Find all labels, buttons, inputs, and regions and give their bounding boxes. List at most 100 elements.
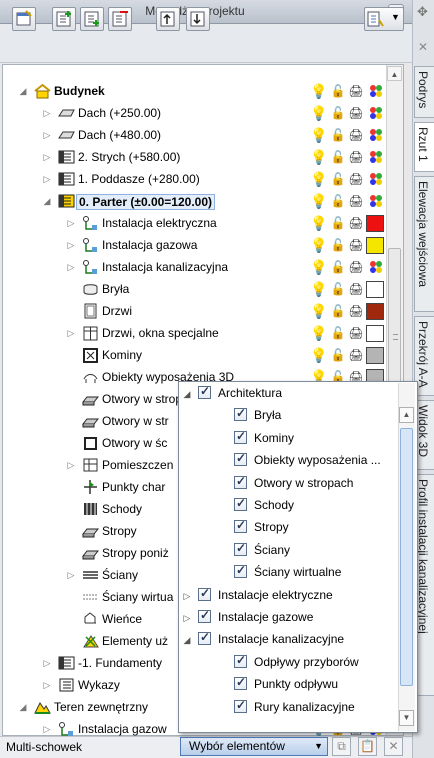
popup-item[interactable]: Bryła (180, 405, 396, 427)
color-swatch[interactable] (366, 281, 384, 298)
collapsed-arrow-icon[interactable]: ▷ (42, 679, 52, 691)
printer-icon[interactable]: 🖨 (348, 149, 364, 165)
printer-icon[interactable]: 🖨 (348, 193, 364, 209)
lightbulb-icon[interactable]: 💡 (310, 325, 327, 341)
popup-item[interactable]: ▷ Instalacje gazowe (180, 607, 396, 629)
expanded-arrow-icon[interactable]: ◢ (182, 388, 192, 400)
popup-item[interactable]: ◢ Instalacje kanalizacyjne (180, 629, 396, 651)
printer-icon[interactable]: 🖨 (348, 325, 364, 341)
paste-button[interactable]: 📋 (358, 737, 377, 756)
palette-icon[interactable] (368, 193, 384, 209)
checkbox[interactable] (234, 451, 247, 467)
tree-row[interactable]: Kominy 💡 🔓 🖨 (2, 344, 385, 366)
printer-icon[interactable]: 🖨 (348, 105, 364, 121)
checkbox[interactable] (198, 384, 211, 399)
properties-button[interactable] (12, 7, 36, 31)
lightbulb-icon[interactable]: 💡 (310, 193, 327, 209)
checkbox[interactable] (234, 406, 247, 422)
palette-icon[interactable] (368, 171, 384, 187)
printer-icon[interactable]: 🖨 (348, 171, 364, 187)
lock-icon[interactable]: 🔓 (330, 105, 346, 121)
collapsed-arrow-icon[interactable]: ▷ (182, 612, 192, 624)
expanded-arrow-icon[interactable]: ◢ (18, 701, 28, 713)
lock-icon[interactable]: 🔓 (330, 325, 346, 341)
element-selection-dropdown[interactable]: Wybór elementów ▼ (180, 737, 328, 756)
popup-item[interactable]: Ściany wirtualne (180, 562, 396, 584)
tree-row[interactable]: ▷ 1. Poddasze (+280.00) 💡 🔓 🖨 (2, 168, 385, 190)
printer-icon[interactable]: 🖨 (348, 83, 364, 99)
expanded-arrow-icon[interactable]: ◢ (42, 195, 52, 207)
lock-icon[interactable]: 🔓 (330, 193, 346, 209)
tree-row[interactable]: ▷ 2. Strych (+580.00) 💡 🔓 🖨 (2, 146, 385, 168)
tab-elewacja[interactable]: Elewacja wejściowa (414, 176, 434, 312)
collapsed-arrow-icon[interactable]: ▷ (66, 327, 76, 339)
tree-row[interactable]: Drzwi 💡 🔓 🖨 (2, 300, 385, 322)
scroll-up-arrow[interactable]: ▲ (387, 66, 402, 81)
color-swatch[interactable] (366, 325, 384, 342)
popup-item[interactable]: Kominy (180, 428, 396, 450)
palette-icon[interactable] (368, 83, 384, 99)
lock-icon[interactable]: 🔓 (330, 237, 346, 253)
printer-icon[interactable]: 🖨 (348, 347, 364, 363)
printer-icon[interactable]: 🖨 (348, 303, 364, 319)
checkbox[interactable] (234, 474, 247, 489)
expanded-arrow-icon[interactable]: ◢ (18, 85, 28, 97)
delete-button[interactable]: ✕ (384, 737, 403, 756)
popup-item[interactable]: Otwory w stropach (180, 473, 396, 495)
collapsed-arrow-icon[interactable]: ▷ (42, 107, 52, 119)
lightbulb-icon[interactable]: 💡 (310, 281, 327, 297)
collapsed-arrow-icon[interactable]: ▷ (66, 569, 76, 581)
lightbulb-icon[interactable]: 💡 (310, 149, 327, 165)
lock-icon[interactable]: 🔓 (330, 303, 346, 319)
popup-item[interactable]: Schody (180, 495, 396, 517)
collapsed-arrow-icon[interactable]: ▷ (42, 151, 52, 163)
printer-icon[interactable]: 🖨 (348, 237, 364, 253)
tree-row[interactable]: ▷ Instalacja elektryczna 💡 🔓 🖨 (2, 212, 385, 234)
collapsed-arrow-icon[interactable]: ▷ (66, 239, 76, 251)
collapsed-arrow-icon[interactable]: ▷ (182, 590, 192, 602)
collapsed-arrow-icon[interactable]: ▷ (66, 217, 76, 229)
tree-scroll-thumb[interactable] (388, 248, 401, 388)
tree-row[interactable]: ▷ Dach (+480.00) 💡 🔓 🖨 (2, 124, 385, 146)
tree-row[interactable]: ▷ Instalacja gazowa 💡 🔓 🖨 (2, 234, 385, 256)
popup-scroll-thumb[interactable] (400, 428, 413, 686)
color-swatch[interactable] (366, 237, 384, 254)
popup-item[interactable]: ▷ Instalacje elektryczne (180, 585, 396, 607)
insert-level-button[interactable] (80, 7, 104, 31)
lightbulb-icon[interactable]: 💡 (310, 83, 327, 99)
lock-icon[interactable]: 🔓 (330, 259, 346, 275)
side-close-icon[interactable]: ✕ (418, 40, 428, 54)
tree-row[interactable]: ◢ Budynek 💡 🔓 🖨 (2, 80, 385, 102)
popup-item[interactable]: Ściany (180, 540, 396, 562)
lightbulb-icon[interactable]: 💡 (310, 237, 327, 253)
move-up-button[interactable] (156, 7, 180, 31)
add-level-button[interactable] (52, 7, 76, 31)
lightbulb-icon[interactable]: 💡 (310, 259, 327, 275)
lightbulb-icon[interactable]: 💡 (310, 303, 327, 319)
lightbulb-icon[interactable]: 💡 (310, 215, 327, 231)
printer-icon[interactable]: 🖨 (348, 215, 364, 231)
checkbox[interactable] (234, 675, 247, 691)
checkbox[interactable] (234, 698, 247, 713)
tab-podrys[interactable]: Podrys (414, 66, 434, 118)
popup-item[interactable]: ◢ Architektura (180, 383, 396, 405)
color-swatch[interactable] (366, 347, 384, 364)
printer-icon[interactable]: 🖨 (348, 127, 364, 143)
checkbox[interactable] (234, 496, 247, 511)
lock-icon[interactable]: 🔓 (330, 281, 346, 297)
color-swatch[interactable] (366, 215, 384, 232)
move-down-button[interactable] (186, 7, 210, 31)
popup-item[interactable]: Punkty odpływu (180, 674, 396, 696)
collapsed-arrow-icon[interactable]: ▷ (42, 173, 52, 185)
lock-icon[interactable]: 🔓 (330, 127, 346, 143)
lightbulb-icon[interactable]: 💡 (310, 127, 327, 143)
palette-icon[interactable] (368, 149, 384, 165)
popup-item[interactable]: Stropy (180, 517, 396, 539)
checkbox[interactable] (234, 563, 247, 579)
view-options-dropdown[interactable]: ▼ (364, 7, 404, 31)
popup-scroll-down[interactable]: ▼ (399, 710, 414, 726)
popup-item[interactable]: Obiekty wyposażenia ... (180, 450, 396, 472)
pin-icon[interactable]: ✥ (417, 4, 428, 20)
checkbox[interactable] (234, 653, 247, 668)
copy-button[interactable]: ⧉ (332, 737, 351, 756)
